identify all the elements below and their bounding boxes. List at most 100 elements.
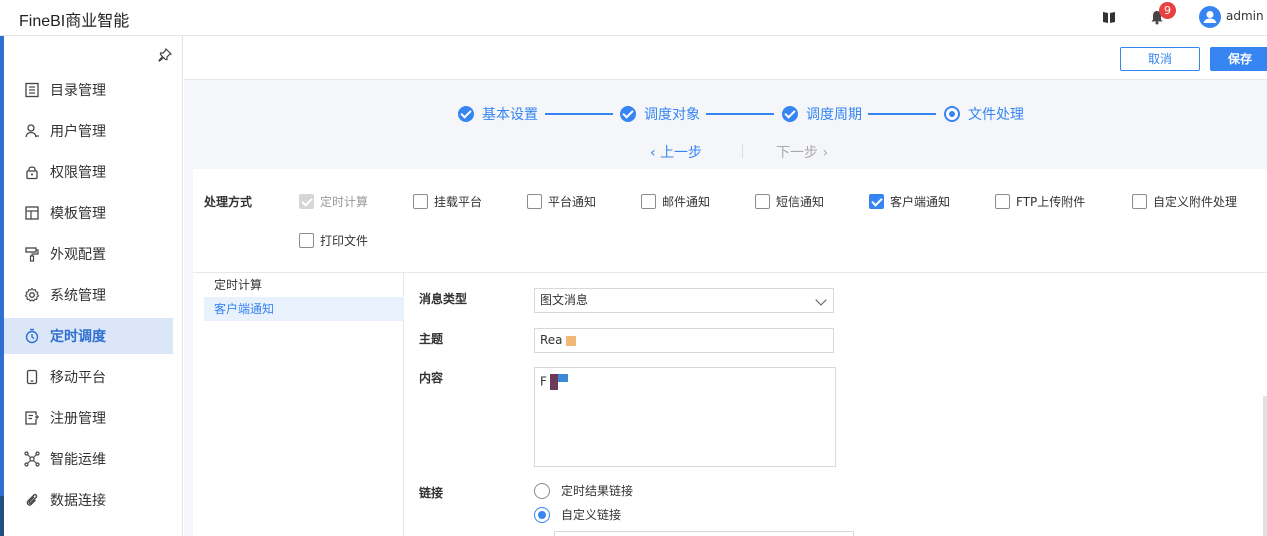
content-label: 内容 bbox=[419, 371, 444, 385]
avatar[interactable] bbox=[1199, 6, 1221, 28]
sidebar-item-ops[interactable]: 智能运维 bbox=[4, 441, 173, 477]
step-file-processing[interactable]: 文件处理 bbox=[944, 104, 1024, 124]
sidebar-item-scheduling[interactable]: 定时调度 bbox=[4, 318, 173, 354]
sidebar-item-label: 系统管理 bbox=[50, 288, 106, 304]
subnav-item-scheduled-calc[interactable]: 定时计算 bbox=[204, 273, 404, 297]
pin-icon[interactable] bbox=[158, 48, 172, 62]
user-icon bbox=[25, 124, 39, 138]
sidebar-item-label: 权限管理 bbox=[50, 165, 106, 181]
checkbox[interactable] bbox=[995, 194, 1010, 209]
sidebar-item-label: 目录管理 bbox=[50, 83, 106, 99]
next-step-button[interactable]: 下一步 › bbox=[776, 142, 828, 162]
step-label: 调度周期 bbox=[806, 107, 862, 123]
step-label: 基本设置 bbox=[482, 107, 538, 123]
username[interactable]: admin bbox=[1226, 9, 1264, 23]
option-ftp-upload[interactable]: FTP上传附件 bbox=[995, 193, 1085, 210]
app-title: FineBI商业智能 bbox=[19, 13, 130, 30]
save-button[interactable]: 保存 bbox=[1210, 47, 1267, 71]
redacted-block bbox=[565, 335, 576, 346]
step-basic-settings[interactable]: 基本设置 bbox=[458, 104, 538, 124]
sidebar: 目录管理 用户管理 权限管理 模板管理 外观配置 系统管理 定时调度 移动平台 … bbox=[0, 36, 183, 536]
content-textarea[interactable]: F bbox=[534, 367, 836, 467]
option-label: FTP上传附件 bbox=[1016, 195, 1086, 209]
sidebar-item-system[interactable]: 系统管理 bbox=[4, 277, 173, 313]
directory-icon bbox=[25, 82, 39, 98]
prev-step-button[interactable]: ‹ 上一步 bbox=[650, 142, 702, 162]
step-label: 调度对象 bbox=[644, 107, 700, 123]
sidebar-item-directory[interactable]: 目录管理 bbox=[4, 72, 173, 108]
checkbox[interactable] bbox=[641, 194, 656, 209]
check-circle-icon bbox=[458, 106, 474, 122]
subnav-item-client-notify[interactable]: 客户端通知 bbox=[204, 297, 404, 321]
content-value: F bbox=[540, 374, 547, 389]
sidebar-item-data-connection[interactable]: 数据连接 bbox=[4, 482, 173, 518]
option-platform-notify[interactable]: 平台通知 bbox=[527, 193, 596, 210]
sidebar-item-label: 定时调度 bbox=[50, 329, 106, 345]
step-connector bbox=[706, 113, 774, 115]
option-label: 定时计算 bbox=[320, 195, 369, 209]
radio-custom-link[interactable]: 自定义链接 bbox=[534, 506, 621, 523]
next-step-label: 下一步 bbox=[776, 145, 818, 161]
template-icon bbox=[25, 206, 39, 220]
redacted-block bbox=[557, 374, 568, 382]
subject-input[interactable]: Rea bbox=[534, 328, 834, 353]
lock-icon bbox=[26, 166, 38, 180]
option-client-notify[interactable]: 客户端通知 bbox=[869, 193, 950, 210]
message-type-label: 消息类型 bbox=[419, 292, 468, 306]
checkbox[interactable] bbox=[413, 194, 428, 209]
book-icon[interactable] bbox=[1102, 11, 1116, 24]
chevron-down-icon bbox=[815, 294, 827, 306]
radio-button[interactable] bbox=[534, 506, 550, 523]
checkbox[interactable] bbox=[869, 194, 884, 209]
step-schedule-cycle[interactable]: 调度周期 bbox=[782, 104, 862, 124]
sidebar-item-templates[interactable]: 模板管理 bbox=[4, 195, 173, 231]
custom-link-input[interactable] bbox=[554, 531, 854, 536]
message-type-value: 图文消息 bbox=[540, 293, 589, 307]
option-email-notify[interactable]: 邮件通知 bbox=[641, 193, 710, 210]
sidebar-item-mobile[interactable]: 移动平台 bbox=[4, 359, 173, 395]
option-scheduled-calc: 定时计算 bbox=[299, 193, 368, 210]
sidebar-item-permissions[interactable]: 权限管理 bbox=[4, 154, 173, 190]
sidebar-item-registration[interactable]: 注册管理 bbox=[4, 400, 173, 436]
cancel-button[interactable]: 取消 bbox=[1120, 47, 1200, 71]
file-processing-panel: 处理方式 定时计算 挂载平台 平台通知 邮件通知 短信通知 客户端通知 FTP上… bbox=[193, 169, 1267, 536]
checkbox[interactable] bbox=[755, 194, 770, 209]
sidebar-item-appearance[interactable]: 外观配置 bbox=[4, 236, 173, 272]
gear-icon bbox=[24, 287, 40, 302]
option-mount-platform[interactable]: 挂载平台 bbox=[413, 193, 482, 210]
option-custom-attachment[interactable]: 自定义附件处理 bbox=[1132, 193, 1237, 210]
subject-value: Rea bbox=[540, 333, 563, 347]
message-type-select[interactable]: 图文消息 bbox=[534, 288, 834, 313]
subject-label: 主题 bbox=[419, 332, 444, 346]
option-label: 挂载平台 bbox=[434, 195, 483, 209]
chevron-left-icon: ‹ bbox=[650, 145, 656, 161]
option-label: 平台通知 bbox=[548, 195, 597, 209]
paint-roller-icon bbox=[25, 247, 39, 262]
timer-icon bbox=[25, 328, 39, 344]
main-content: 取消 保存 基本设置 调度对象 调度周期 文件处理 ‹ 上一步 下一步 › 处理… bbox=[184, 36, 1267, 536]
checkbox[interactable] bbox=[299, 233, 314, 248]
sidebar-item-label: 数据连接 bbox=[50, 493, 106, 509]
step-connector bbox=[868, 113, 936, 115]
redacted-block bbox=[549, 374, 558, 390]
checkbox bbox=[299, 194, 314, 209]
sidebar-item-label: 注册管理 bbox=[50, 411, 106, 427]
option-label: 短信通知 bbox=[776, 195, 825, 209]
radio-button[interactable] bbox=[534, 482, 550, 499]
scrollbar[interactable] bbox=[1263, 396, 1267, 536]
sidebar-edge-accent-bottom bbox=[0, 496, 4, 536]
radio-label: 自定义链接 bbox=[561, 508, 622, 522]
sidebar-item-label: 用户管理 bbox=[50, 124, 106, 140]
option-print-file[interactable]: 打印文件 bbox=[299, 232, 368, 249]
step-schedule-object[interactable]: 调度对象 bbox=[620, 104, 700, 124]
link-icon bbox=[26, 493, 38, 506]
checkbox[interactable] bbox=[1132, 194, 1147, 209]
processing-subnav: 定时计算 客户端通知 bbox=[204, 273, 404, 536]
sidebar-item-label: 外观配置 bbox=[50, 247, 106, 263]
radio-result-link[interactable]: 定时结果链接 bbox=[534, 482, 633, 499]
sidebar-item-users[interactable]: 用户管理 bbox=[4, 113, 173, 149]
sidebar-item-label: 模板管理 bbox=[50, 206, 106, 222]
option-sms-notify[interactable]: 短信通知 bbox=[755, 193, 824, 210]
sidebar-item-label: 移动平台 bbox=[50, 370, 106, 386]
checkbox[interactable] bbox=[527, 194, 542, 209]
